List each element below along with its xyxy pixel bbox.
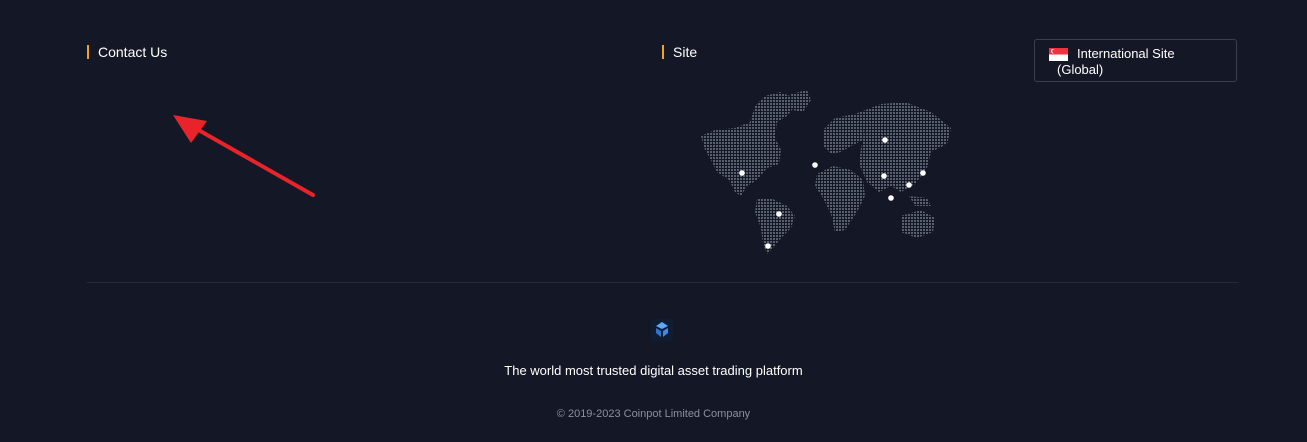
footer-copyright: © 2019-2023 Coinpot Limited Company xyxy=(556,408,751,420)
site-selector-sublabel: (Global) xyxy=(1057,62,1104,77)
site-selector-button[interactable]: International Site (Global) xyxy=(1034,39,1237,82)
footer-tagline: The world most trusted digital asset tra… xyxy=(504,363,803,378)
site-selector-label: International Site xyxy=(1077,46,1175,61)
site-title-label: Site xyxy=(673,43,698,60)
site-section-title: Site xyxy=(662,43,698,60)
accent-bar xyxy=(662,44,664,59)
singapore-flag-icon xyxy=(1049,48,1068,61)
contact-section-title: Contact Us xyxy=(87,43,168,60)
coinpot-logo-icon xyxy=(651,319,673,341)
footer-divider xyxy=(87,282,1239,283)
footer-page: Contact Us Site International Site (Glob… xyxy=(0,0,1307,442)
contact-title-label: Contact Us xyxy=(98,43,168,60)
world-map-icon xyxy=(701,90,951,254)
accent-bar xyxy=(87,44,89,59)
annotation-arrow-icon xyxy=(173,115,315,197)
